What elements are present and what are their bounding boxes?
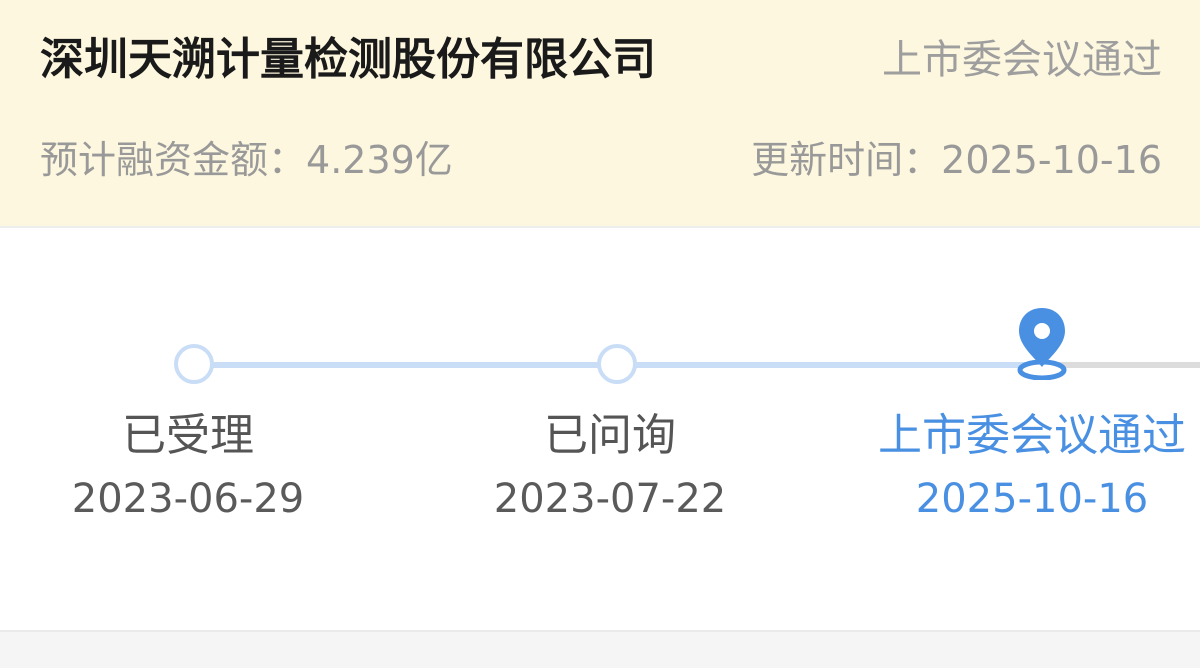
ipo-progress-page: 深圳天溯计量检测股份有限公司 上市委会议通过 预计融资金额：4.239亿 更新时… [0,0,1200,668]
company-header-card[interactable]: 深圳天溯计量检测股份有限公司 上市委会议通过 预计融资金额：4.239亿 更新时… [0,0,1200,228]
circle-node-icon [174,344,214,384]
step-label: 已受理 [122,410,254,461]
financing-label: 预计融资金额： [40,138,307,182]
step-date-current: 2025-10-16 [915,476,1149,522]
update-time-value: 2025-10-16 [941,138,1162,182]
section-divider [0,630,1200,668]
update-time-label: 更新时间： [751,138,942,182]
company-name: 深圳天溯计量检测股份有限公司 [40,34,656,85]
location-pin-icon [1017,308,1067,380]
financing-value: 4.239亿 [306,138,453,182]
step-label-current: 上市委会议通过 [878,410,1186,461]
step-label: 已问询 [544,410,676,461]
status-badge: 上市委会议通过 [882,37,1162,83]
update-time: 更新时间：2025-10-16 [751,134,1162,186]
circle-node-icon [597,344,637,384]
step-date: 2023-06-29 [71,476,305,522]
financing-amount: 预计融资金额：4.239亿 [40,134,453,186]
step-date: 2023-07-22 [493,476,727,522]
progress-timeline: 已受理 2023-06-29 已问询 2023-07-22 上市委会议通过 20… [0,228,1200,630]
